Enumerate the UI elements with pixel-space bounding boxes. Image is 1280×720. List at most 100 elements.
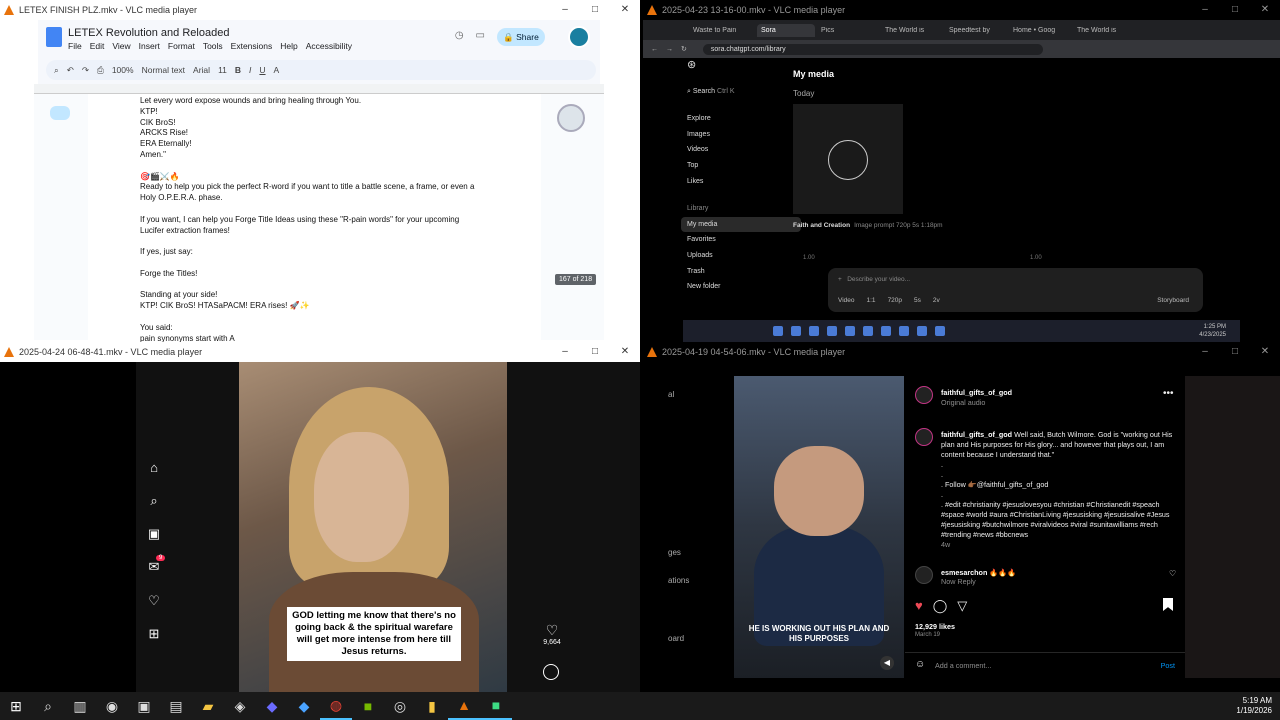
media-thumbnail[interactable] bbox=[793, 104, 903, 214]
create-icon[interactable]: ⊞ bbox=[146, 626, 162, 642]
tab-pics[interactable]: Pics bbox=[821, 27, 879, 34]
mute-icon[interactable]: ◀ bbox=[880, 656, 894, 670]
undo-icon[interactable]: ↶ bbox=[67, 65, 74, 76]
meet-icon[interactable]: ▭ bbox=[476, 30, 485, 41]
share-icon[interactable]: ▽ bbox=[957, 598, 967, 614]
app-icon-7[interactable]: ■ bbox=[352, 692, 384, 720]
text-color-icon[interactable]: A bbox=[274, 65, 280, 75]
menu-insert[interactable]: Insert bbox=[139, 41, 160, 51]
nav-trash[interactable]: Trash bbox=[681, 264, 801, 280]
search-icon[interactable]: ⌕ bbox=[32, 692, 64, 720]
menu-format[interactable]: Format bbox=[168, 41, 195, 51]
app-icon-1[interactable]: ◉ bbox=[96, 692, 128, 720]
nav-uploads[interactable]: Uploads bbox=[681, 248, 801, 264]
prompt-input[interactable]: + Describe your video... bbox=[838, 276, 910, 283]
ruler[interactable] bbox=[34, 84, 604, 94]
menu-extensions[interactable]: Extensions bbox=[231, 41, 273, 51]
menu-edit[interactable]: Edit bbox=[90, 41, 105, 51]
video-frame[interactable]: GOD letting me know that there's no goin… bbox=[239, 362, 507, 692]
option-duration[interactable]: 5s bbox=[914, 297, 921, 304]
maximize-button[interactable]: □ bbox=[580, 0, 610, 20]
option-type[interactable]: Video bbox=[838, 297, 855, 304]
sidebar-label-2[interactable]: ges bbox=[668, 548, 681, 557]
tab-sora[interactable]: Sora bbox=[757, 23, 815, 37]
liked-heart-icon[interactable]: ♥ bbox=[915, 598, 923, 614]
maximize-button[interactable]: □ bbox=[580, 342, 610, 362]
like-button[interactable]: ♡ 9,664 bbox=[538, 622, 566, 646]
save-icon[interactable] bbox=[1163, 598, 1173, 611]
task-view-icon[interactable]: ▥ bbox=[64, 692, 96, 720]
search-button[interactable]: ⌕ Search Ctrl K bbox=[681, 84, 801, 100]
system-clock[interactable]: 5:19 AM 1/19/2026 bbox=[1236, 696, 1272, 716]
tab-world-2[interactable]: The World is bbox=[1077, 27, 1135, 34]
nav-explore[interactable]: Explore bbox=[681, 111, 801, 127]
italic-icon[interactable]: I bbox=[249, 65, 251, 75]
maximize-button[interactable]: □ bbox=[1220, 0, 1250, 20]
sidebar-label-1[interactable]: al bbox=[668, 390, 674, 399]
minimize-button[interactable]: – bbox=[1190, 0, 1220, 20]
style-select[interactable]: Normal text bbox=[142, 65, 185, 75]
home-icon[interactable]: ⌂ bbox=[146, 460, 162, 475]
option-variations[interactable]: 2v bbox=[933, 297, 940, 304]
comment-like-icon[interactable]: ♡ bbox=[1169, 569, 1176, 578]
emoji-icon[interactable]: ☺ bbox=[915, 659, 925, 670]
app-icon-4[interactable]: ◈ bbox=[224, 692, 256, 720]
file-explorer-icon[interactable]: ▰ bbox=[192, 692, 224, 720]
doc-page[interactable]: Let every word expose wounds and bring h… bbox=[88, 94, 541, 342]
maximize-button[interactable]: □ bbox=[1220, 342, 1250, 362]
underline-icon[interactable]: U bbox=[259, 65, 265, 75]
caption-username[interactable]: faithful_gifts_of_god bbox=[941, 430, 1012, 439]
menu-accessibility[interactable]: Accessibility bbox=[306, 41, 352, 51]
app-icon-3[interactable]: ▤ bbox=[160, 692, 192, 720]
comment-icon[interactable]: ◯ bbox=[933, 598, 948, 614]
history-icon[interactable]: ◷ bbox=[455, 30, 464, 41]
tab-waste[interactable]: Waste to Pain bbox=[693, 27, 751, 34]
heart-icon[interactable]: ♡ bbox=[146, 593, 162, 609]
messages-icon[interactable]: ✉ 9 bbox=[146, 555, 166, 575]
chrome-icon[interactable]: ◍ bbox=[320, 692, 352, 720]
avatar[interactable] bbox=[568, 26, 590, 48]
app-icon-9[interactable]: ▮ bbox=[416, 692, 448, 720]
nav-likes[interactable]: Likes bbox=[681, 174, 801, 190]
bold-icon[interactable]: B bbox=[235, 65, 241, 75]
print-icon[interactable]: ⎙ bbox=[97, 65, 104, 76]
search-icon[interactable]: ⌕ bbox=[146, 493, 162, 509]
tab-speedtest[interactable]: Speedtest by bbox=[949, 27, 1007, 34]
option-quality[interactable]: 720p bbox=[888, 297, 902, 304]
post-button[interactable]: Post bbox=[1161, 661, 1175, 670]
redo-icon[interactable]: ↷ bbox=[82, 65, 89, 76]
sora-logo-icon[interactable]: ⊛ bbox=[681, 58, 801, 74]
commenter-avatar[interactable] bbox=[915, 566, 933, 584]
vlc-taskbar-icon[interactable]: ▲ bbox=[448, 692, 480, 720]
add-comment-input[interactable]: Add a comment... bbox=[935, 661, 991, 670]
tab-world[interactable]: The World is bbox=[885, 27, 943, 34]
tab-home[interactable]: Home • Goog bbox=[1013, 27, 1071, 34]
avatar[interactable] bbox=[915, 386, 933, 404]
doc-title[interactable]: LETEX Revolution and Reloaded bbox=[68, 27, 229, 39]
sidebar-label-4[interactable]: oard bbox=[668, 634, 684, 643]
font-size-input[interactable]: 11 bbox=[218, 65, 227, 75]
app-icon-10[interactable]: ■ bbox=[480, 692, 512, 720]
nav-images[interactable]: Images bbox=[681, 127, 801, 143]
share-button[interactable]: 🔒 Share bbox=[497, 28, 545, 46]
caption-avatar[interactable] bbox=[915, 428, 933, 446]
minimize-button[interactable]: – bbox=[1190, 342, 1220, 362]
app-icon-6[interactable]: ◆ bbox=[288, 692, 320, 720]
comment-icon[interactable] bbox=[543, 664, 559, 680]
close-button[interactable]: ✕ bbox=[1250, 0, 1280, 20]
instagram-video[interactable]: HE IS WORKING OUT HIS PLAN AND HIS PURPO… bbox=[734, 376, 904, 678]
nav-my-media[interactable]: My media bbox=[681, 216, 801, 233]
font-select[interactable]: Arial bbox=[193, 65, 210, 75]
close-button[interactable]: ✕ bbox=[610, 0, 640, 20]
app-icon-2[interactable]: ▣ bbox=[128, 692, 160, 720]
nav-new-folder[interactable]: New folder bbox=[681, 279, 801, 295]
nav-favorites[interactable]: Favorites bbox=[681, 232, 801, 248]
nav-buttons[interactable]: ←→↻ bbox=[651, 45, 695, 53]
menu-view[interactable]: View bbox=[112, 41, 130, 51]
search-menus-icon[interactable]: ⌕ bbox=[54, 65, 59, 76]
sidebar-label-3[interactable]: ations bbox=[668, 576, 689, 585]
zoom-select[interactable]: 100% bbox=[112, 65, 134, 75]
more-options-icon[interactable]: ••• bbox=[1163, 388, 1174, 399]
menu-tools[interactable]: Tools bbox=[203, 41, 223, 51]
menu-file[interactable]: File bbox=[68, 41, 82, 51]
